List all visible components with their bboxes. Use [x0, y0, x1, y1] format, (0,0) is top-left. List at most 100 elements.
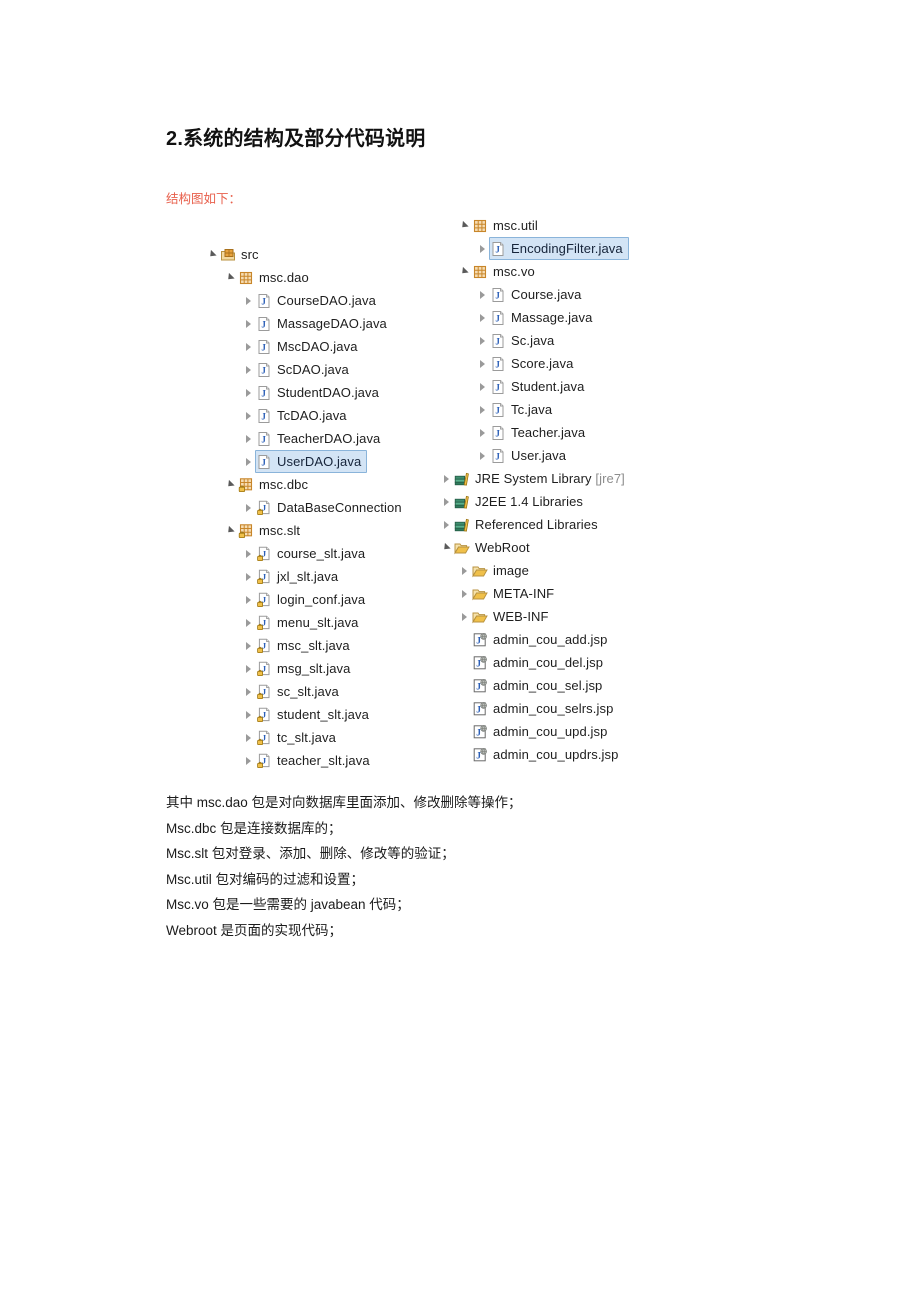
tree-row[interactable]: image — [440, 559, 740, 582]
tree-row[interactable]: META-INF — [440, 582, 740, 605]
tree-row-body[interactable]: msc.dbc — [238, 477, 308, 493]
tree-row-body[interactable]: J StudentDAO.java — [256, 385, 379, 401]
tree-row[interactable]: msc.dbc — [206, 473, 436, 496]
tree-row[interactable]: J2EE 1.4 Libraries — [440, 490, 740, 513]
tree-row-body[interactable]: J Tc.java — [490, 402, 552, 418]
tree-row[interactable]: msc.slt — [206, 519, 436, 542]
tree-row[interactable]: Referenced Libraries — [440, 513, 740, 536]
tree-row[interactable]: Jteacher_slt.java — [206, 749, 436, 772]
tree-row-body[interactable]: msc.dao — [238, 270, 309, 286]
tree-row[interactable]: J Course.java — [440, 283, 740, 306]
tree-row-body[interactable]: J2EE 1.4 Libraries — [454, 494, 583, 510]
tree-row[interactable]: Jtc_slt.java — [206, 726, 436, 749]
tree-row[interactable]: J UserDAO.java — [206, 450, 436, 473]
tree-row[interactable]: Jmsc_slt.java — [206, 634, 436, 657]
chevron-down-icon[interactable] — [440, 541, 453, 554]
tree-row-body[interactable]: Jmsc_slt.java — [256, 638, 350, 654]
tree-row-body[interactable]: Jstudent_slt.java — [256, 707, 369, 723]
chevron-right-icon[interactable] — [242, 708, 255, 721]
chevron-right-icon[interactable] — [476, 357, 489, 370]
chevron-down-icon[interactable] — [458, 265, 471, 278]
tree-row-body[interactable]: J Course.java — [490, 287, 581, 303]
chevron-down-icon[interactable] — [206, 248, 219, 261]
chevron-right-icon[interactable] — [476, 288, 489, 301]
tree-row-body[interactable]: JRE System Library [jre7] — [454, 471, 625, 487]
chevron-right-icon[interactable] — [242, 593, 255, 606]
tree-row[interactable]: Jadmin_cou_sel.jsp — [440, 674, 740, 697]
tree-row[interactable]: Jmsg_slt.java — [206, 657, 436, 680]
tree-row-body[interactable]: Referenced Libraries — [454, 517, 598, 533]
chevron-right-icon[interactable] — [476, 311, 489, 324]
chevron-right-icon[interactable] — [242, 547, 255, 560]
tree-row-selected[interactable]: J UserDAO.java — [255, 450, 368, 473]
tree-row[interactable]: J TcDAO.java — [206, 404, 436, 427]
tree-row-body[interactable]: J TcDAO.java — [256, 408, 347, 424]
tree-row[interactable]: J User.java — [440, 444, 740, 467]
tree-row[interactable]: Jadmin_cou_add.jsp — [440, 628, 740, 651]
tree-row-body[interactable]: src — [220, 247, 259, 263]
tree-row-body[interactable]: J Sc.java — [490, 333, 554, 349]
chevron-right-icon[interactable] — [242, 317, 255, 330]
chevron-down-icon[interactable] — [458, 219, 471, 232]
tree-row-body[interactable]: J MscDAO.java — [256, 339, 358, 355]
tree-row[interactable]: Jadmin_cou_del.jsp — [440, 651, 740, 674]
tree-row-body[interactable]: J MassageDAO.java — [256, 316, 387, 332]
tree-row[interactable]: Jjxl_slt.java — [206, 565, 436, 588]
chevron-right-icon[interactable] — [242, 294, 255, 307]
tree-row[interactable]: Jstudent_slt.java — [206, 703, 436, 726]
tree-row-body[interactable]: J User.java — [490, 448, 566, 464]
tree-row-body[interactable]: J TeacherDAO.java — [256, 431, 380, 447]
chevron-right-icon[interactable] — [458, 610, 471, 623]
chevron-right-icon[interactable] — [242, 409, 255, 422]
tree-row-body[interactable]: Jcourse_slt.java — [256, 546, 365, 562]
tree-row[interactable]: Jmenu_slt.java — [206, 611, 436, 634]
tree-row[interactable]: J EncodingFilter.java — [440, 237, 740, 260]
tree-row[interactable]: J Sc.java — [440, 329, 740, 352]
project-tree-left-column[interactable]: src msc.dao J CourseDAO.java J MassageDAO.jav… — [206, 243, 436, 772]
tree-row-body[interactable]: J CourseDAO.java — [256, 293, 376, 309]
tree-row-body[interactable]: msc.vo — [472, 264, 535, 280]
tree-row-body[interactable]: Jadmin_cou_upd.jsp — [472, 724, 607, 740]
tree-row-body[interactable]: Jadmin_cou_del.jsp — [472, 655, 603, 671]
tree-row[interactable]: src — [206, 243, 436, 266]
tree-row-body[interactable]: J Teacher.java — [490, 425, 585, 441]
tree-row-body[interactable]: Jadmin_cou_add.jsp — [472, 632, 607, 648]
chevron-down-icon[interactable] — [224, 524, 237, 537]
tree-row-body[interactable]: J Massage.java — [490, 310, 592, 326]
tree-row[interactable]: Jadmin_cou_upd.jsp — [440, 720, 740, 743]
tree-row-body[interactable]: Jmenu_slt.java — [256, 615, 359, 631]
tree-row[interactable]: J DataBaseConnection — [206, 496, 436, 519]
tree-row-body[interactable]: J Student.java — [490, 379, 584, 395]
tree-row-body[interactable]: Jlogin_conf.java — [256, 592, 365, 608]
tree-row[interactable]: Jcourse_slt.java — [206, 542, 436, 565]
chevron-right-icon[interactable] — [242, 432, 255, 445]
tree-row[interactable]: WEB-INF — [440, 605, 740, 628]
tree-row-body[interactable]: J DataBaseConnection — [256, 500, 402, 516]
tree-row[interactable]: Jadmin_cou_updrs.jsp — [440, 743, 740, 766]
tree-row-body[interactable]: msc.slt — [238, 523, 300, 539]
tree-row[interactable]: J CourseDAO.java — [206, 289, 436, 312]
chevron-right-icon[interactable] — [476, 403, 489, 416]
tree-row-body[interactable]: Jsc_slt.java — [256, 684, 339, 700]
tree-row[interactable]: WebRoot — [440, 536, 740, 559]
tree-row[interactable]: J Student.java — [440, 375, 740, 398]
tree-row[interactable]: J ScDAO.java — [206, 358, 436, 381]
tree-row-body[interactable]: Jadmin_cou_updrs.jsp — [472, 747, 618, 763]
tree-row-body[interactable]: image — [472, 563, 529, 579]
chevron-right-icon[interactable] — [458, 587, 471, 600]
chevron-right-icon[interactable] — [242, 501, 255, 514]
chevron-right-icon[interactable] — [242, 570, 255, 583]
chevron-right-icon[interactable] — [242, 386, 255, 399]
tree-row-body[interactable]: J ScDAO.java — [256, 362, 349, 378]
project-tree-right-column[interactable]: msc.util J EncodingFilter.java msc.vo J Cours… — [440, 214, 740, 766]
tree-row[interactable]: J TeacherDAO.java — [206, 427, 436, 450]
tree-row-body[interactable]: Jadmin_cou_sel.jsp — [472, 678, 602, 694]
chevron-right-icon[interactable] — [242, 754, 255, 767]
tree-row[interactable]: J MscDAO.java — [206, 335, 436, 358]
chevron-right-icon[interactable] — [440, 518, 453, 531]
chevron-right-icon[interactable] — [476, 242, 489, 255]
tree-row[interactable]: Jlogin_conf.java — [206, 588, 436, 611]
tree-row-body[interactable]: Jteacher_slt.java — [256, 753, 370, 769]
chevron-right-icon[interactable] — [242, 685, 255, 698]
chevron-right-icon[interactable] — [242, 455, 255, 468]
